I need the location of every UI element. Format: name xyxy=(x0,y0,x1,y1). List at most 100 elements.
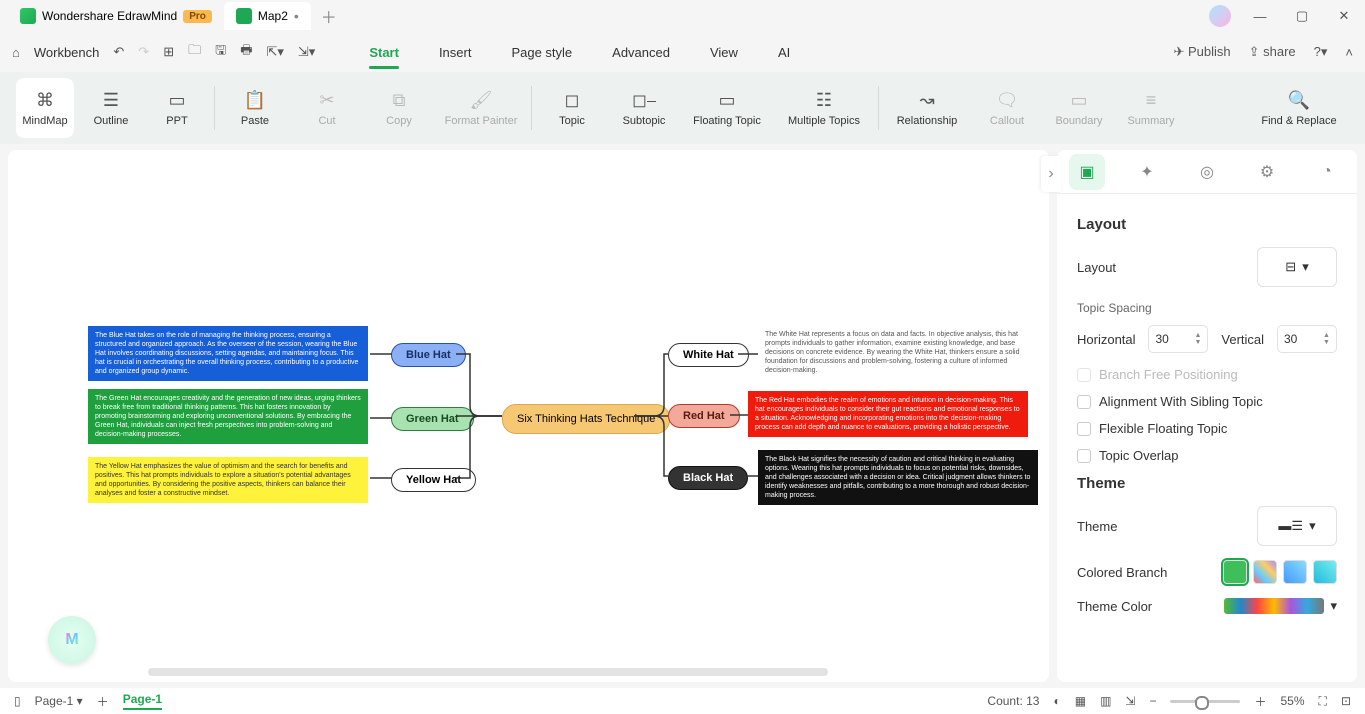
desc-green[interactable]: The Green Hat encourages creativity and … xyxy=(88,389,368,444)
branch-swatch-4[interactable] xyxy=(1313,560,1337,584)
panel-tab-mark-icon[interactable]: ◎ xyxy=(1189,154,1225,190)
panel-collapse-button[interactable]: › xyxy=(1041,156,1061,192)
redo-icon[interactable]: ↷ xyxy=(138,44,149,60)
theme-label: Theme xyxy=(1077,519,1117,534)
boundary-button[interactable]: ▭Boundary xyxy=(1047,78,1111,138)
maximize-button[interactable]: ▢ xyxy=(1289,8,1315,24)
branch-swatch-2[interactable] xyxy=(1253,560,1277,584)
pro-badge: Pro xyxy=(183,10,212,23)
node-black-hat[interactable]: Black Hat xyxy=(668,466,748,490)
summary-button[interactable]: ≡Summary xyxy=(1119,78,1183,138)
zoom-in-button[interactable]: ＋ xyxy=(1254,693,1266,710)
format-painter-button[interactable]: 🖌Format Painter xyxy=(439,78,523,138)
outline-toggle-icon[interactable]: ▯ xyxy=(14,694,21,708)
share-button[interactable]: ⇪ share xyxy=(1249,44,1296,60)
open-icon[interactable]: 🗀 xyxy=(188,41,201,63)
status-nav-icon[interactable]: ⇲ xyxy=(1125,694,1135,708)
fullscreen-icon[interactable]: ⛶ xyxy=(1319,694,1327,709)
titlebar: Wondershare EdrawMind Pro Map2 • ＋ — ▢ ✕ xyxy=(0,0,1365,32)
node-white-hat[interactable]: White Hat xyxy=(668,343,749,367)
subtopic-button[interactable]: ◻⎯Subtopic xyxy=(612,78,676,138)
document-tab[interactable]: Map2 • xyxy=(224,2,311,30)
panel-tab-style-icon[interactable]: ✦ xyxy=(1129,154,1165,190)
multiple-topics-button[interactable]: ☷Multiple Topics xyxy=(778,78,870,138)
status-view-icon[interactable]: ◐ xyxy=(1053,694,1060,708)
ppt-view-button[interactable]: ▭PPT xyxy=(148,78,206,138)
tab-start[interactable]: Start xyxy=(369,39,399,66)
hz-input[interactable]: 30▲▼ xyxy=(1148,325,1208,353)
tab-advanced[interactable]: Advanced xyxy=(612,39,670,66)
collapse-ribbon-icon[interactable]: ˄ xyxy=(1345,45,1353,60)
layout-type-icon: ⊟ xyxy=(1285,259,1296,275)
desc-yellow[interactable]: The Yellow Hat emphasizes the value of o… xyxy=(88,457,368,503)
print-icon[interactable]: 🖶 xyxy=(240,41,252,63)
status-grid-icon[interactable]: ▦ xyxy=(1075,694,1086,708)
page-select[interactable]: Page-1 ▾ xyxy=(35,694,83,708)
publish-button[interactable]: ✈ Publish xyxy=(1173,44,1230,60)
tab-view[interactable]: View xyxy=(710,39,738,66)
colored-branch-label: Colored Branch xyxy=(1077,565,1167,580)
zoom-out-button[interactable]: − xyxy=(1149,694,1156,708)
count-label: Count: 13 xyxy=(987,694,1039,708)
desc-white[interactable]: The White Hat represents a focus on data… xyxy=(758,325,1028,380)
chk-flex-floating[interactable] xyxy=(1077,422,1091,436)
export-icon[interactable]: ⇱▾ xyxy=(266,44,283,60)
copy-button[interactable]: ⧉Copy xyxy=(367,78,431,138)
page-tab[interactable]: Page-1 xyxy=(123,692,162,710)
tab-insert[interactable]: Insert xyxy=(439,39,472,66)
unsaved-dot-icon: • xyxy=(294,8,299,24)
avatar[interactable] xyxy=(1209,5,1231,27)
more-icon[interactable]: ⊡ xyxy=(1341,694,1351,708)
assistant-fab[interactable]: M xyxy=(48,616,96,664)
layout-label: Layout xyxy=(1077,260,1116,275)
node-yellow-hat[interactable]: Yellow Hat xyxy=(391,468,476,492)
chevron-down-icon: ▾ xyxy=(1330,598,1337,614)
mindmap-view-button[interactable]: ⌘MindMap xyxy=(16,78,74,138)
new-icon[interactable]: ⊞ xyxy=(163,44,174,60)
find-replace-button[interactable]: 🔍Find & Replace xyxy=(1249,78,1349,138)
outline-view-button[interactable]: ☰Outline xyxy=(82,78,140,138)
paste-button[interactable]: 📋Paste xyxy=(223,78,287,138)
app-tab[interactable]: Wondershare EdrawMind Pro xyxy=(8,2,224,30)
desc-red[interactable]: The Red Hat embodies the realm of emotio… xyxy=(748,391,1028,437)
floating-topic-button[interactable]: ▭Floating Topic xyxy=(684,78,770,138)
branch-swatch-1[interactable] xyxy=(1223,560,1247,584)
branch-swatch-3[interactable] xyxy=(1283,560,1307,584)
relationship-button[interactable]: ↝Relationship xyxy=(887,78,967,138)
theme-select[interactable]: ▬☰▾ xyxy=(1257,506,1337,546)
new-tab-button[interactable]: ＋ xyxy=(319,6,339,26)
desc-black[interactable]: The Black Hat signifies the necessity of… xyxy=(758,450,1038,505)
callout-button[interactable]: 🗨Callout xyxy=(975,78,1039,138)
cut-button[interactable]: ✂Cut xyxy=(295,78,359,138)
node-center[interactable]: Six Thinking Hats Technique xyxy=(502,404,670,434)
panel-tab-layout-icon[interactable]: ▣ xyxy=(1069,154,1105,190)
panel-tab-settings-icon[interactable]: ⚙ xyxy=(1249,154,1285,190)
tab-ai[interactable]: AI xyxy=(778,39,790,66)
help-icon[interactable]: ?▾ xyxy=(1314,44,1328,60)
chk-align-sibling[interactable] xyxy=(1077,395,1091,409)
zoom-slider[interactable] xyxy=(1170,700,1240,703)
close-button[interactable]: ✕ xyxy=(1331,8,1357,24)
status-fit-icon[interactable]: ▥ xyxy=(1100,694,1111,708)
desc-blue[interactable]: The Blue Hat takes on the role of managi… xyxy=(88,326,368,381)
node-red-hat[interactable]: Red Hat xyxy=(668,404,740,428)
mindmap-canvas[interactable]: Six Thinking Hats Technique Blue Hat Gre… xyxy=(8,150,1049,682)
theme-color-select[interactable] xyxy=(1224,598,1324,614)
chevron-down-icon: ▾ xyxy=(1302,259,1309,275)
node-green-hat[interactable]: Green Hat xyxy=(391,407,474,431)
home-icon[interactable]: ⌂ xyxy=(12,45,20,60)
chk-overlap[interactable] xyxy=(1077,449,1091,463)
layout-select[interactable]: ⊟▾ xyxy=(1257,247,1337,287)
horizontal-scrollbar[interactable] xyxy=(148,668,828,676)
vt-input[interactable]: 30▲▼ xyxy=(1277,325,1337,353)
tab-pagestyle[interactable]: Page style xyxy=(511,39,572,66)
save-icon[interactable]: 🖫 xyxy=(215,41,226,63)
undo-icon[interactable]: ↶ xyxy=(113,44,124,60)
import-icon[interactable]: ⇲▾ xyxy=(298,44,315,60)
topic-button[interactable]: ◻Topic xyxy=(540,78,604,138)
panel-tab-history-icon[interactable]: ◔ xyxy=(1309,154,1345,190)
node-blue-hat[interactable]: Blue Hat xyxy=(391,343,466,367)
workbench-link[interactable]: Workbench xyxy=(34,45,100,60)
add-page-button[interactable]: ＋ xyxy=(97,693,109,710)
minimize-button[interactable]: — xyxy=(1247,9,1273,24)
